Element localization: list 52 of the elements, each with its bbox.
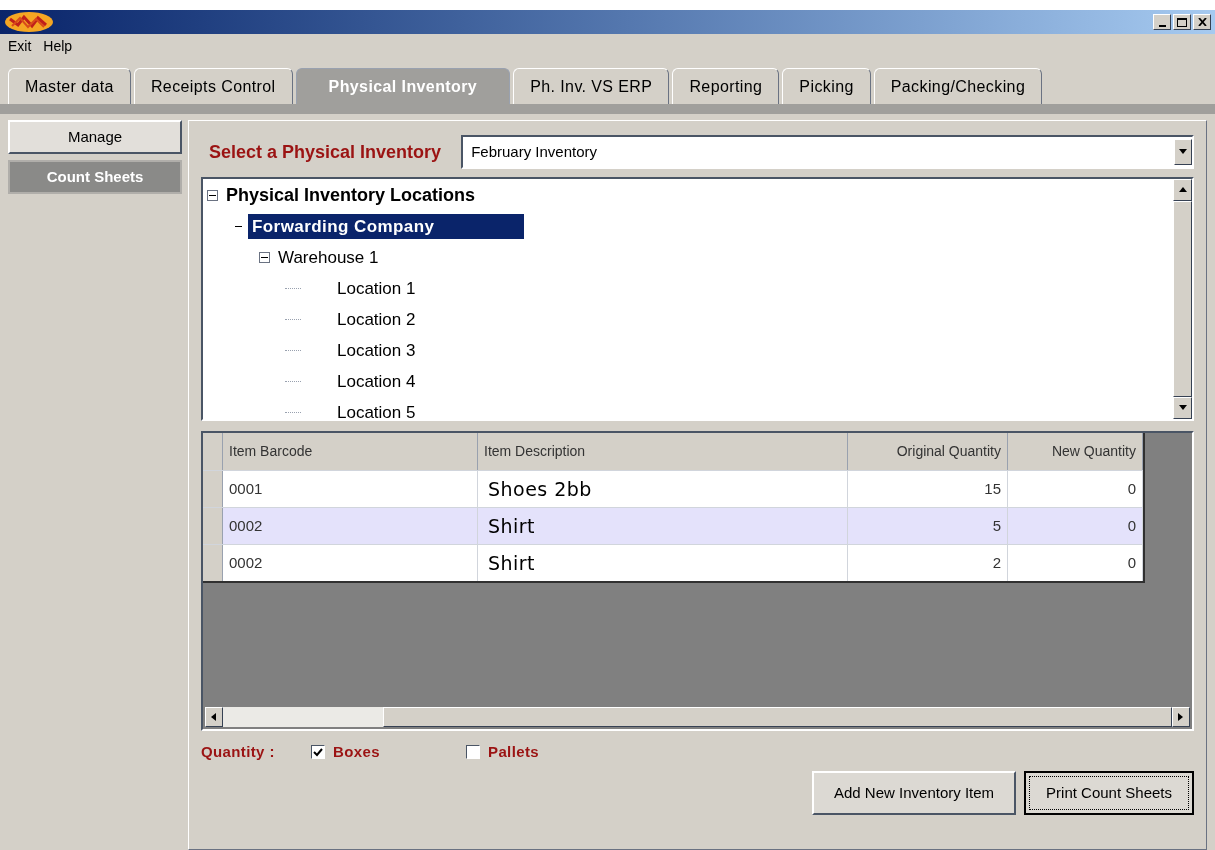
menu-item[interactable]: Exit [8, 35, 32, 57]
table-row[interactable]: 0002 Shirt 2 0 [203, 544, 1143, 581]
collapse-icon[interactable] [207, 190, 218, 201]
table-cell: 0 [1008, 545, 1143, 581]
checkbox-icon[interactable] [311, 745, 325, 759]
close-icon [1197, 18, 1207, 26]
maximize-button[interactable] [1173, 14, 1191, 30]
horizontal-scrollbar[interactable] [205, 707, 1190, 727]
tree-item[interactable]: Location 3 [333, 337, 420, 364]
action-button[interactable]: Add New Inventory Item [812, 771, 1017, 815]
tree-line-icon [285, 381, 301, 382]
table-cell: 0002 [223, 545, 478, 581]
arrow-left-icon [210, 713, 218, 721]
tree-item[interactable]: Location 2 [333, 306, 420, 333]
quantity-checkbox[interactable]: Pallets [466, 740, 621, 764]
tab[interactable]: Ph. Inv. VS ERP [513, 68, 670, 104]
tab[interactable]: Reporting [672, 68, 780, 104]
tab[interactable]: Picking [782, 68, 871, 104]
tree-item[interactable]: Location 1 [333, 275, 420, 302]
tree-line-icon [285, 350, 301, 351]
close-button[interactable] [1193, 14, 1211, 30]
tree-item[interactable]: Location 4 [333, 368, 420, 395]
table-cell: Shirt [478, 545, 848, 581]
tab[interactable]: Master data [8, 68, 131, 104]
table-cell: 2 [848, 545, 1008, 581]
arrow-right-icon [1177, 713, 1185, 721]
tree-item[interactable]: Physical Inventory Locations [222, 182, 480, 209]
tree-item[interactable]: Warehouse 1 [274, 244, 383, 271]
tree-line-icon [285, 319, 301, 320]
tree-item[interactable]: Forwarding Company [248, 213, 525, 240]
menu-item[interactable]: Help [43, 35, 73, 57]
logo-icon [4, 11, 54, 33]
checkbox-icon[interactable] [466, 745, 480, 759]
tree-item[interactable]: Location 5 [333, 399, 420, 419]
inventory-select-label: Select a Physical Inventory [208, 140, 442, 164]
tree-line-icon [285, 412, 301, 413]
tab[interactable]: Receipts Control [133, 68, 293, 104]
collapse-icon[interactable] [259, 252, 270, 263]
tree-line-icon [285, 288, 301, 289]
quantity-checkbox[interactable]: Boxes [311, 740, 466, 764]
action-button[interactable]: Print Count Sheets [1024, 771, 1194, 815]
arrow-down-icon [1178, 404, 1187, 412]
tab[interactable]: Packing/Checking [873, 68, 1043, 104]
vertical-scrollbar[interactable] [1173, 179, 1192, 419]
inventory-dropdown[interactable]: February Inventory [461, 135, 1194, 169]
quantity-label: Quantity : [201, 741, 276, 762]
arrow-up-icon [1178, 186, 1187, 194]
table-row[interactable]: 0001 Shoes 2bb 15 0 [203, 470, 1143, 507]
minimize-button[interactable] [1153, 14, 1171, 30]
sidebar-item[interactable]: Manage [8, 120, 182, 154]
table-row[interactable]: 0002 Shirt 5 0 [203, 507, 1143, 544]
arrow-down-icon [1179, 148, 1187, 156]
